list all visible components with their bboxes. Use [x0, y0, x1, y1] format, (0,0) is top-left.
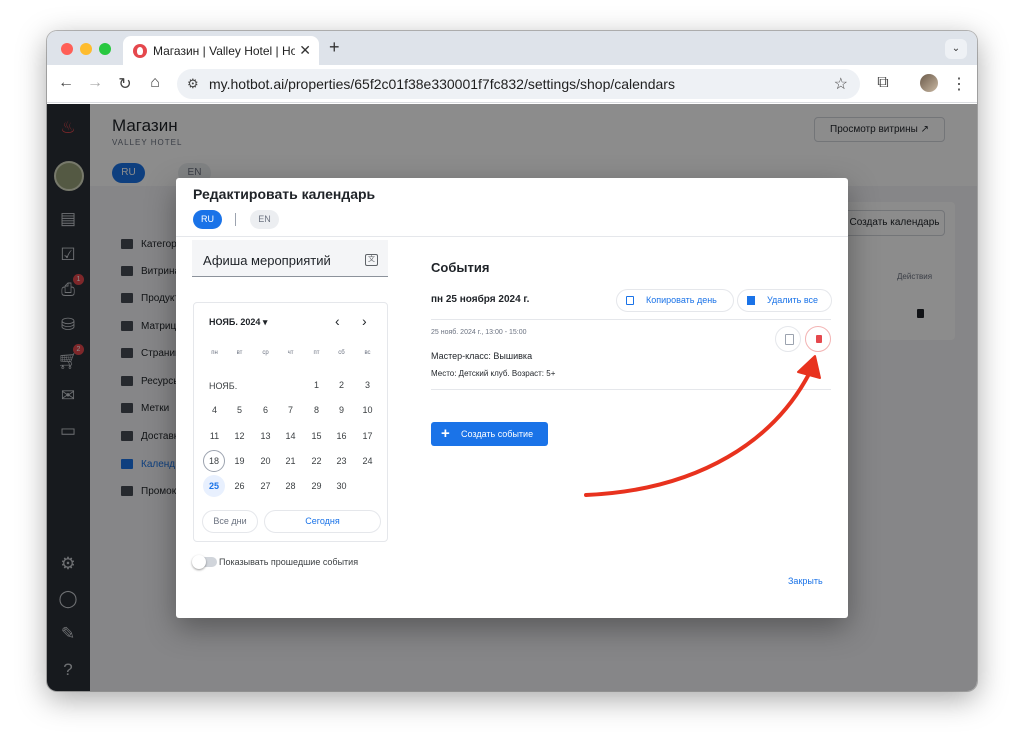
event-divider-bottom — [431, 389, 831, 390]
address-bar[interactable]: ⚙ my.hotbot.ai/properties/65f2c01f38e330… — [177, 69, 860, 99]
browser-toolbar: ← → ↻ ⌂ ⚙ my.hotbot.ai/properties/65f2c0… — [47, 65, 977, 103]
weekday-label: чт — [287, 350, 294, 356]
calendar-day[interactable]: 23 — [329, 450, 354, 472]
calendar-day[interactable]: 2 — [329, 374, 354, 396]
calendar-day[interactable]: 22 — [304, 450, 329, 472]
event-time: 25 нояб. 2024 г., 13:00 - 15:00 — [431, 329, 527, 336]
weekday-label: вт — [236, 350, 243, 356]
event-divider-top — [431, 319, 831, 320]
calendar-day[interactable]: 9 — [329, 399, 354, 421]
browser-tab[interactable]: Магазин | Valley Hotel | Hotbot ✕ — [123, 36, 319, 65]
edit-calendar-dialog: Редактировать календарь RU EN Афиша меро… — [176, 178, 848, 618]
trash-icon — [747, 296, 755, 305]
plus-icon: + — [441, 425, 450, 442]
dialog-divider — [176, 236, 848, 237]
copy-day-button[interactable]: Копировать день — [616, 289, 734, 312]
copy-event-icon[interactable] — [775, 326, 801, 352]
delete-event-icon[interactable] — [805, 326, 831, 352]
events-title: События — [431, 260, 490, 275]
calendar-day[interactable]: 10 — [355, 399, 380, 421]
calendar-day[interactable]: 4 — [202, 399, 227, 421]
profile-avatar[interactable] — [920, 74, 938, 92]
calendar-day[interactable]: 5 — [227, 399, 252, 421]
delete-all-button[interactable]: Удалить все — [737, 289, 832, 312]
forward-icon[interactable]: → — [85, 74, 105, 92]
show-past-events-label: Показывать прошедшие события — [219, 557, 359, 567]
tab-strip: Магазин | Valley Hotel | Hotbot ✕ + ⌄ — [47, 31, 977, 65]
show-past-events-toggle[interactable] — [192, 555, 217, 569]
next-month-icon[interactable]: › — [362, 313, 367, 329]
calendar-name-field[interactable]: Афиша мероприятий 文 — [192, 240, 388, 277]
calendar-day[interactable]: 6 — [253, 399, 278, 421]
calendar-day[interactable]: 11 — [202, 425, 227, 447]
url-text: my.hotbot.ai/properties/65f2c01f38e33000… — [209, 76, 675, 92]
tab-close-icon[interactable]: ✕ — [299, 42, 311, 59]
calendar-day[interactable]: 13 — [253, 425, 278, 447]
delete-all-label: Удалить все — [767, 295, 819, 305]
new-tab-icon[interactable]: + — [329, 37, 340, 58]
calendar-day[interactable]: 8 — [304, 399, 329, 421]
calendar-day[interactable]: 21 — [278, 450, 303, 472]
create-event-button[interactable]: + Создать событие — [431, 422, 548, 446]
lang-separator — [235, 213, 236, 226]
calendar-day[interactable]: 25 — [203, 475, 225, 497]
calendar-day[interactable]: 28 — [278, 475, 303, 497]
calendar-day[interactable]: 20 — [253, 450, 278, 472]
dialog-title: Редактировать календарь — [193, 186, 376, 202]
minimize-window-icon[interactable] — [80, 43, 92, 55]
hotbot-favicon-icon — [133, 44, 147, 58]
previous-month-icon[interactable]: ‹ — [335, 313, 340, 329]
month-year-select[interactable]: НОЯБ. 2024 ▾ — [209, 317, 267, 328]
tab-title: Магазин | Valley Hotel | Hotbot — [153, 44, 295, 58]
selected-day-header: пн 25 ноября 2024 г. — [431, 294, 530, 305]
maximize-window-icon[interactable] — [99, 43, 111, 55]
reload-icon[interactable]: ↻ — [115, 74, 135, 94]
menu-icon[interactable]: ⋮ — [949, 74, 969, 94]
weekday-label: пт — [313, 350, 320, 356]
calendar-name-value: Афиша мероприятий — [203, 253, 331, 268]
home-icon[interactable]: ⌂ — [145, 74, 165, 92]
dialog-lang-en[interactable]: EN — [250, 210, 279, 229]
event-title: Мастер-класс: Вышивка — [431, 351, 533, 361]
calendar-day[interactable]: 19 — [227, 450, 252, 472]
calendar-day[interactable]: 3 — [355, 374, 380, 396]
calendar-day[interactable]: 1 — [304, 374, 329, 396]
create-event-label: Создать событие — [461, 429, 534, 439]
copy-icon — [626, 296, 634, 305]
weekday-label: пн — [211, 350, 218, 356]
back-icon[interactable]: ← — [56, 74, 76, 92]
close-window-icon[interactable] — [61, 43, 73, 55]
weekday-label: сб — [338, 350, 345, 356]
site-settings-icon[interactable]: ⚙ — [187, 76, 199, 92]
copy-day-label: Копировать день — [646, 295, 717, 305]
extensions-icon[interactable]: ⧉ — [873, 74, 893, 92]
all-days-button[interactable]: Все дни — [202, 510, 258, 533]
calendar-day[interactable]: 29 — [304, 475, 329, 497]
calendar-day[interactable]: 26 — [227, 475, 252, 497]
weekday-label: вс — [364, 350, 371, 356]
dialog-lang-ru[interactable]: RU — [193, 210, 222, 229]
calendar-day[interactable]: 17 — [355, 425, 380, 447]
today-button[interactable]: Сегодня — [264, 510, 381, 533]
bookmark-star-icon[interactable]: ☆ — [834, 74, 848, 94]
event-place: Место: Детский клуб. Возраст: 5+ — [431, 369, 556, 378]
calendar-day[interactable]: 15 — [304, 425, 329, 447]
calendar-day[interactable]: 30 — [329, 475, 354, 497]
calendar-day[interactable]: 27 — [253, 475, 278, 497]
close-dialog-button[interactable]: Закрыть — [788, 576, 823, 586]
calendar-day[interactable]: 18 — [203, 450, 225, 472]
month-short-label: НОЯБ. — [209, 381, 238, 391]
date-picker: НОЯБ. 2024 ▾ ‹ › пн вт ср чт пт сб вс НО… — [193, 302, 388, 542]
calendar-day[interactable]: 7 — [278, 399, 303, 421]
calendar-day[interactable]: 16 — [329, 425, 354, 447]
translate-icon[interactable]: 文 — [365, 254, 378, 266]
tab-search-icon[interactable]: ⌄ — [945, 39, 967, 59]
calendar-day[interactable]: 24 — [355, 450, 380, 472]
weekday-label: ср — [262, 350, 269, 356]
calendar-day[interactable]: 12 — [227, 425, 252, 447]
calendar-day[interactable]: 14 — [278, 425, 303, 447]
